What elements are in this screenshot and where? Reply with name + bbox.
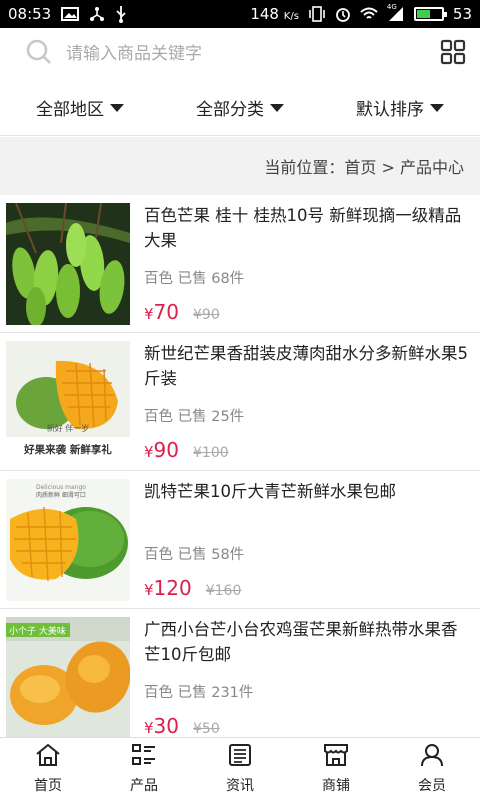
home-icon — [35, 743, 61, 771]
currency-symbol: ¥ — [144, 581, 154, 599]
search-bar — [0, 28, 480, 80]
product-item[interactable]: 新好 伴一岁 好果来袭 新鲜享礼 新世纪芒果香甜装皮薄肉甜水分多新鲜水果5斤装 … — [0, 333, 480, 471]
bottom-tab-bar: 首页 产品 资讯 商铺 会员 — [0, 737, 480, 800]
product-meta: 百色 已售 25件 — [144, 409, 245, 425]
product-item[interactable]: 百色芒果 桂十 桂热10号 新鲜现摘一级精品大果 百色 已售 68件 ¥ 70 … — [0, 195, 480, 333]
caret-down-icon — [430, 103, 444, 112]
product-image-mango-gift[interactable]: 新好 伴一岁 好果来袭 新鲜享礼 — [6, 341, 130, 463]
filter-region[interactable]: 全部地区 — [0, 95, 160, 120]
product-old-price: ¥160 — [205, 583, 242, 599]
product-item[interactable]: 小个子 大美味 广西小台芒小台农鸡蛋芒果新鲜热带水果香芒10斤包邮 百色 已售 … — [0, 609, 480, 737]
grid-menu-icon[interactable] — [440, 39, 466, 69]
filter-sort-label: 默认排序 — [356, 100, 424, 120]
product-price-row: ¥ 90 ¥100 — [144, 438, 470, 462]
caret-down-icon — [270, 103, 284, 112]
search-icon[interactable] — [26, 39, 52, 69]
battery-percent: 53 — [452, 5, 472, 23]
currency-symbol: ¥ — [144, 443, 154, 461]
tab-member[interactable]: 会员 — [384, 738, 480, 800]
battery-icon — [413, 7, 447, 21]
product-meta: 百色 已售 231件 — [144, 685, 254, 701]
tab-home[interactable]: 首页 — [0, 738, 96, 800]
news-icon — [228, 743, 252, 771]
filter-category-label: 全部分类 — [196, 100, 264, 120]
product-item[interactable]: Delicious mango 肉质新鲜 细滑可口 凯特芒果10斤大青芒新鲜水果… — [0, 471, 480, 609]
tab-home-label: 首页 — [34, 778, 62, 794]
search-input[interactable] — [66, 44, 440, 64]
image-caption-tag: 小个子 大美味 — [9, 625, 66, 637]
network-speed: 148 K/s — [250, 5, 299, 23]
tab-news-label: 资讯 — [226, 778, 254, 794]
product-image-green-mangoes[interactable] — [6, 203, 130, 325]
tab-products[interactable]: 产品 — [96, 738, 192, 800]
tab-shop[interactable]: 商铺 — [288, 738, 384, 800]
product-old-price: ¥100 — [193, 445, 229, 461]
product-price-row: ¥ 30 ¥50 — [144, 714, 470, 737]
product-price: 90 — [153, 438, 179, 462]
product-image-small-mangoes[interactable]: 小个子 大美味 — [6, 617, 130, 737]
image-caption-cn: 肉质新鲜 细滑可口 — [36, 491, 86, 499]
filter-category[interactable]: 全部分类 — [160, 95, 320, 120]
signal-icon: 4G — [387, 3, 405, 22]
tab-member-label: 会员 — [418, 778, 446, 794]
product-meta: 百色 已售 58件 — [144, 547, 245, 563]
tab-products-label: 产品 — [130, 778, 158, 794]
product-title[interactable]: 广西小台芒小台农鸡蛋芒果新鲜热带水果香芒10斤包邮 — [144, 617, 470, 669]
product-price-row: ¥ 70 ¥90 — [144, 300, 470, 324]
tab-shop-label: 商铺 — [322, 778, 350, 794]
image-icon — [61, 7, 80, 21]
image-caption-small: 新好 伴一岁 — [47, 423, 90, 433]
product-price: 120 — [153, 576, 192, 600]
product-price: 70 — [153, 300, 179, 324]
product-old-price: ¥90 — [193, 307, 220, 323]
vibrate-icon — [308, 6, 326, 22]
product-list: 百色芒果 桂十 桂热10号 新鲜现摘一级精品大果 百色 已售 68件 ¥ 70 … — [0, 195, 480, 737]
product-title[interactable]: 凯特芒果10斤大青芒新鲜水果包邮 — [144, 479, 470, 531]
battery-fill — [416, 10, 430, 18]
filter-region-label: 全部地区 — [36, 100, 104, 120]
product-image-cut-mango[interactable]: Delicious mango 肉质新鲜 细滑可口 — [6, 479, 130, 601]
currency-symbol: ¥ — [144, 305, 154, 323]
image-caption-en: Delicious mango — [36, 484, 86, 491]
wifi-icon — [360, 7, 378, 21]
product-price-row: ¥ 120 ¥160 — [144, 576, 470, 600]
usb-icon — [115, 5, 127, 23]
shop-icon — [323, 743, 349, 771]
product-title[interactable]: 新世纪芒果香甜装皮薄肉甜水分多新鲜水果5斤装 — [144, 341, 470, 393]
member-icon — [420, 743, 444, 771]
tab-news[interactable]: 资讯 — [192, 738, 288, 800]
currency-symbol: ¥ — [144, 719, 154, 737]
share-icon — [89, 6, 105, 22]
alarm-icon — [335, 6, 351, 22]
status-time: 08:53 — [8, 5, 52, 23]
filter-sort[interactable]: 默认排序 — [320, 95, 480, 120]
product-list-icon — [131, 743, 157, 771]
status-bar: 08:53 148 K/s 4G 53 — [0, 0, 480, 28]
breadcrumb: 当前位置：首页 > 产品中心 — [0, 137, 480, 195]
caret-down-icon — [110, 103, 124, 112]
image-caption-main: 好果来袭 新鲜享礼 — [23, 443, 112, 456]
product-old-price: ¥50 — [193, 721, 220, 737]
product-meta: 百色 已售 68件 — [144, 271, 245, 287]
breadcrumb-text: 当前位置：首页 > 产品中心 — [264, 158, 464, 177]
filter-bar: 全部地区 全部分类 默认排序 — [0, 80, 480, 136]
product-title[interactable]: 百色芒果 桂十 桂热10号 新鲜现摘一级精品大果 — [144, 203, 470, 255]
product-price: 30 — [153, 714, 179, 737]
